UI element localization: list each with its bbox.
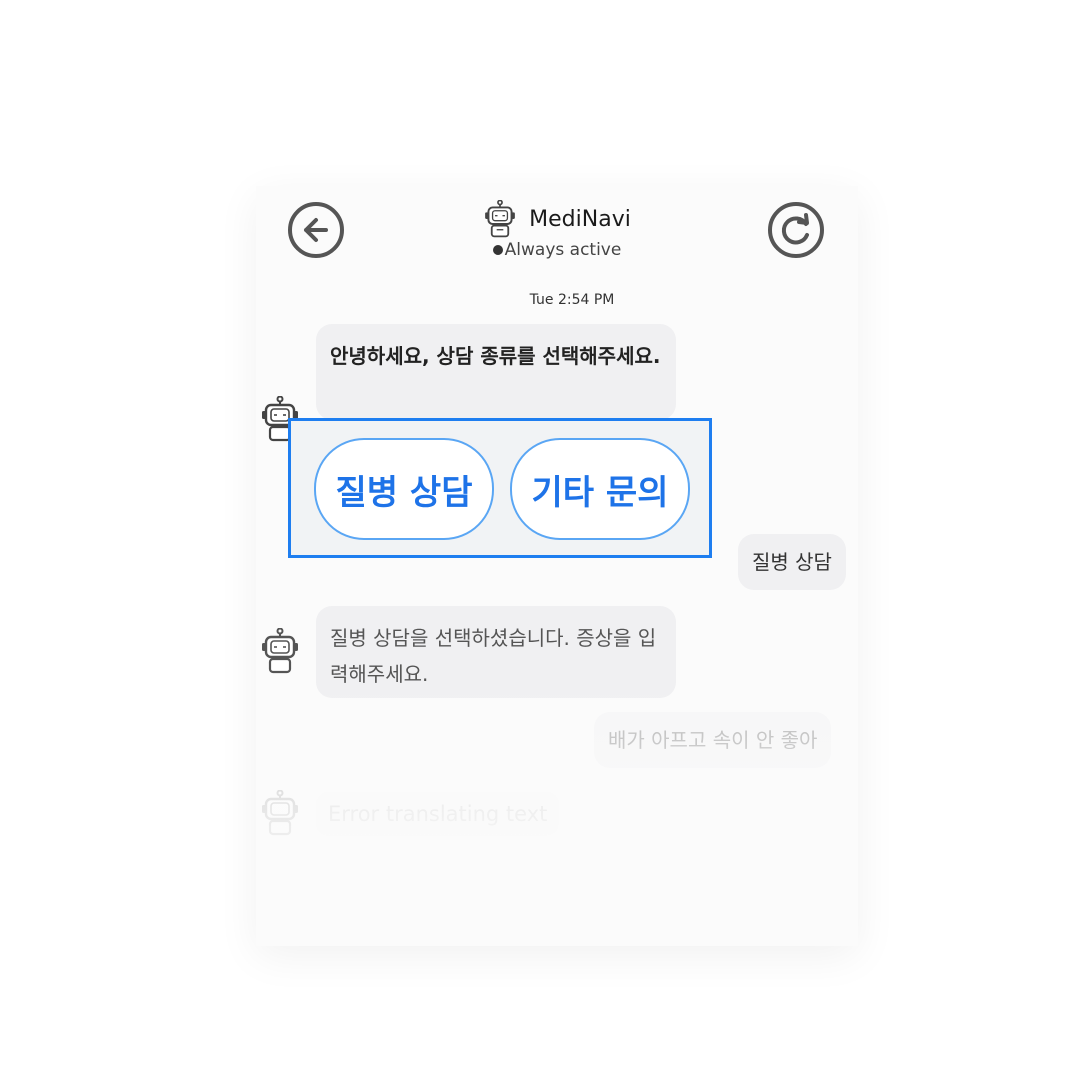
bot-avatar-icon [262, 790, 298, 836]
chat-window: MediNavi Always active Tue 2:54 PM 안녕하세요… [256, 186, 858, 946]
user-message: 질병 상담 [738, 534, 846, 590]
error-message: Error translating text [316, 792, 560, 836]
status-line: Always active [492, 240, 622, 260]
refresh-button[interactable] [768, 202, 824, 258]
status-dot [492, 245, 503, 255]
status-text: Always active [504, 240, 622, 260]
quick-reply-panel: 질병 상담 기타 문의 [288, 418, 712, 558]
quick-reply-disease-consult-button[interactable]: 질병 상담 [314, 438, 494, 540]
bot-avatar-icon [262, 628, 298, 674]
bot-name: MediNavi [529, 206, 631, 232]
bot-message: 안녕하세요, 상담 종류를 선택해주세요. [316, 324, 676, 420]
refresh-circle-icon [768, 202, 824, 258]
user-message: 배가 아프고 속이 안 좋아 [594, 712, 832, 768]
robot-icon [485, 200, 516, 238]
bot-message: 질병 상담을 선택하셨습니다. 증상을 입력해주세요. [316, 606, 676, 698]
quick-reply-other-inquiry-button[interactable]: 기타 문의 [510, 438, 690, 540]
chat-timestamp: Tue 2:54 PM [529, 292, 615, 308]
